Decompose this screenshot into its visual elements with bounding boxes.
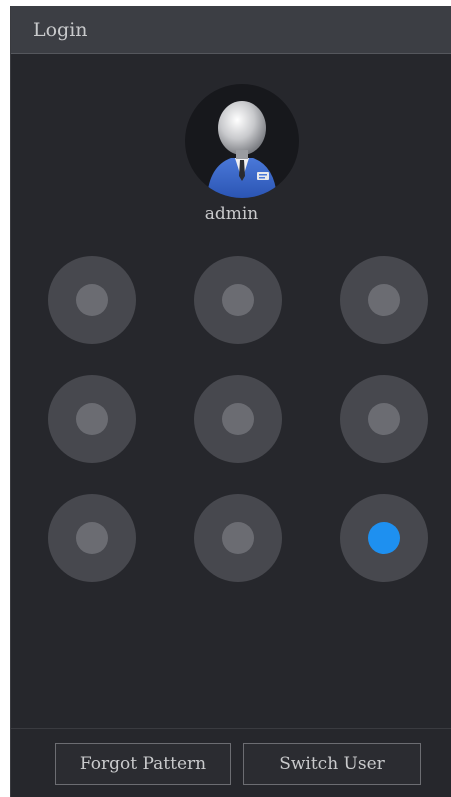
pattern-node-8[interactable] [194, 494, 282, 582]
pattern-dot [76, 284, 108, 316]
switch-user-button[interactable]: Switch User [243, 743, 421, 785]
pattern-node-2[interactable] [194, 256, 282, 344]
pattern-node-4[interactable] [48, 375, 136, 463]
pattern-dot-active [368, 522, 400, 554]
pattern-node-7[interactable] [48, 494, 136, 582]
pattern-dot [368, 403, 400, 435]
forgot-pattern-button[interactable]: Forgot Pattern [55, 743, 231, 785]
pattern-dot [76, 403, 108, 435]
pattern-node-3[interactable] [340, 256, 428, 344]
pattern-dot [222, 522, 254, 554]
login-window: Login admin Forgot Pattern Switch User [10, 6, 451, 797]
footer-divider [11, 728, 451, 729]
pattern-dot [76, 522, 108, 554]
pattern-node-1[interactable] [48, 256, 136, 344]
pattern-dot [222, 403, 254, 435]
pattern-node-9[interactable] [340, 494, 428, 582]
pattern-node-6[interactable] [340, 375, 428, 463]
pattern-grid[interactable] [11, 6, 451, 797]
pattern-dot [368, 284, 400, 316]
pattern-dot [222, 284, 254, 316]
pattern-node-5[interactable] [194, 375, 282, 463]
